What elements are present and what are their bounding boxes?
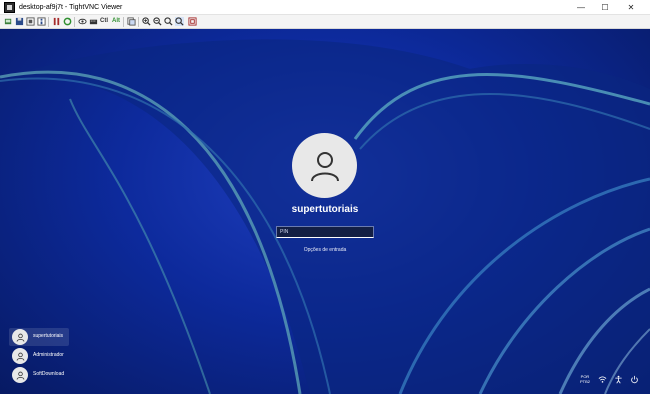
window-title: desktop-af9j7t - TightVNC Viewer [19,4,123,11]
wifi-icon[interactable] [598,375,607,384]
alt-key-button[interactable]: Alt [112,17,120,26]
toolbar-separator [48,17,49,27]
tightvnc-app-icon [4,2,15,13]
user-switch-item[interactable]: supertutoriais [9,328,69,346]
zoom-out-icon[interactable] [153,17,162,26]
sign-in-options-link[interactable]: Opções de entrada [275,247,375,253]
pin-input[interactable] [276,226,374,238]
person-icon [310,151,339,181]
zoom-100-icon[interactable] [164,17,173,26]
keyboard-layout-code: PTB2 [579,379,590,384]
fullscreen-icon[interactable] [188,17,197,26]
user-avatar-small [12,329,28,345]
user-switch-name: SoftDownload [33,371,65,377]
title-bar: desktop-af9j7t - TightVNC Viewer — ☐ ✕ [0,0,650,15]
pause-icon[interactable] [52,17,61,26]
user-avatar [292,133,357,198]
username-label: supertutoriais [291,204,359,215]
person-icon [16,371,24,380]
power-icon[interactable] [630,375,639,384]
toolbar-separator [123,17,124,27]
vnc-toolbar: Ctl Alt [0,15,650,29]
new-connection-icon[interactable] [4,17,13,26]
person-icon [16,333,24,342]
user-switch-item[interactable]: SoftDownload [9,366,69,384]
user-switch-name: Administrador [33,352,64,358]
zoom-in-icon[interactable] [142,17,151,26]
save-icon[interactable] [15,17,24,26]
user-avatar-small [12,348,28,364]
toolbar-separator [74,17,75,27]
clipboard-icon[interactable] [127,17,136,26]
keyboard-icon[interactable] [89,17,98,26]
refresh-icon[interactable] [63,17,72,26]
user-switch-item[interactable]: Administrador [9,347,69,365]
minimize-button[interactable]: — [570,0,592,15]
view-only-icon[interactable] [78,17,87,26]
zoom-fit-icon[interactable] [175,17,184,26]
remote-desktop-view[interactable]: supertutoriais Opções de entrada supertu… [0,29,650,394]
ctrl-alt-del-button[interactable]: Ctl [100,17,108,26]
person-icon [16,352,24,361]
close-button[interactable]: ✕ [620,0,642,15]
options-icon[interactable] [26,17,35,26]
language-indicator[interactable]: POR PTB2 [578,374,592,384]
accessibility-icon[interactable] [614,375,623,384]
toolbar-separator [138,17,139,27]
maximize-button[interactable]: ☐ [594,0,616,15]
user-avatar-small [12,367,28,383]
user-switch-name: supertutoriais [33,333,64,339]
info-icon[interactable] [37,17,46,26]
